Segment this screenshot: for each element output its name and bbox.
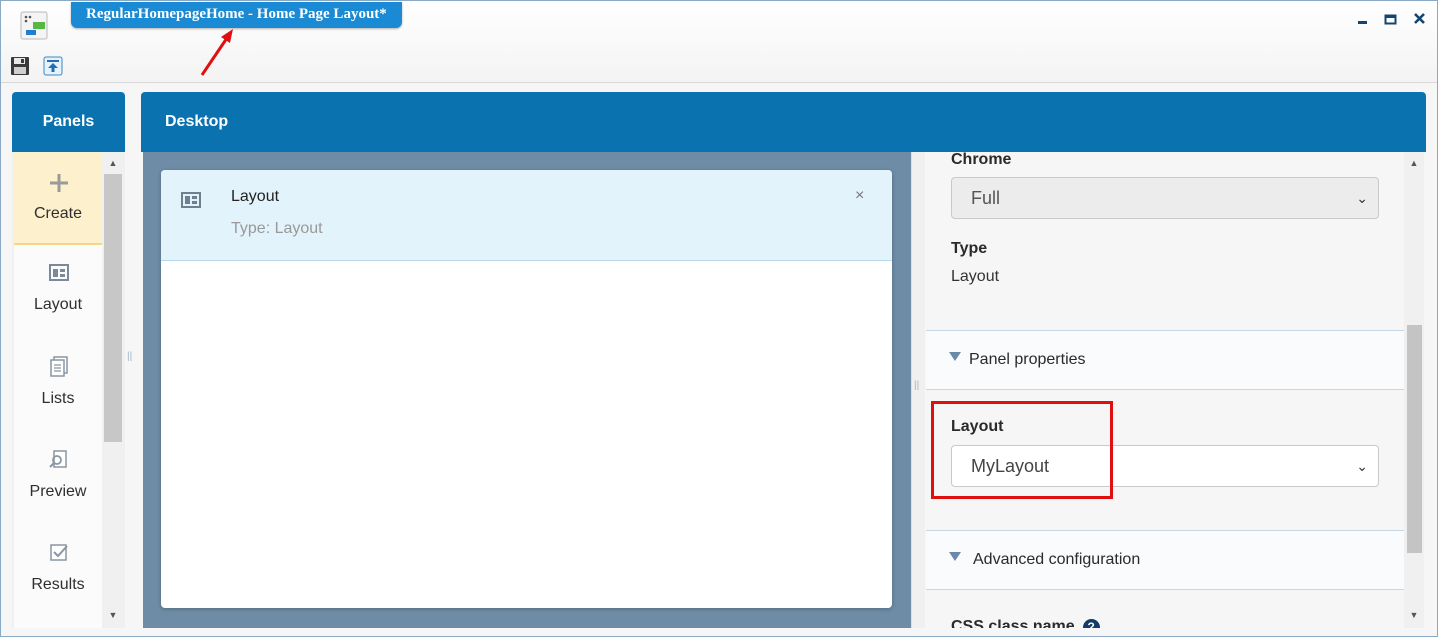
annotation-highlight-box bbox=[931, 401, 1113, 499]
properties-splitter[interactable]: || bbox=[911, 152, 925, 628]
expand-triangle-icon bbox=[949, 352, 961, 361]
annotation-arrow bbox=[200, 29, 233, 76]
scroll-up-icon[interactable]: ▲ bbox=[1408, 158, 1420, 168]
minimize-icon bbox=[1358, 21, 1367, 24]
panel-properties-section[interactable]: Panel properties bbox=[926, 330, 1404, 390]
maximize-icon bbox=[1384, 14, 1397, 25]
chrome-value: Full bbox=[971, 188, 1001, 208]
css-class-label-text: CSS class name bbox=[951, 618, 1075, 628]
panels-header: Panels bbox=[12, 92, 125, 152]
panel-item-lists[interactable]: Lists bbox=[14, 340, 102, 433]
scrollbar-thumb[interactable] bbox=[104, 174, 122, 442]
properties-pane: Chrome Full ⌄ Type Layout Panel properti… bbox=[926, 152, 1404, 628]
scrollbar-thumb[interactable] bbox=[1407, 325, 1422, 553]
plus-icon bbox=[50, 174, 68, 192]
layout-canvas: Layout Type: Layout × bbox=[143, 152, 911, 628]
panel-item-create[interactable]: Create bbox=[14, 152, 102, 245]
expand-triangle-icon bbox=[949, 552, 961, 561]
layout-icon bbox=[49, 264, 69, 281]
lists-icon bbox=[50, 356, 68, 377]
css-class-label: CSS class name? bbox=[951, 618, 1100, 628]
panel-item-results[interactable]: Results bbox=[14, 526, 102, 619]
type-value: Layout bbox=[951, 268, 1000, 285]
section-title: Panel properties bbox=[969, 351, 1086, 368]
layout-icon bbox=[181, 192, 201, 208]
chevron-down-icon: ⌄ bbox=[1356, 190, 1368, 206]
panel-splitter[interactable]: || bbox=[127, 351, 132, 362]
app-window: RegularHomepageHome - Home Page Layout* … bbox=[0, 0, 1438, 637]
help-icon[interactable]: ? bbox=[1082, 619, 1100, 628]
desktop-area: Desktop Layout Type: Layout × || Chrome … bbox=[141, 92, 1426, 628]
maximize-button[interactable] bbox=[1381, 10, 1401, 28]
close-icon bbox=[1414, 13, 1425, 24]
properties-scrollbar[interactable]: ▲ ▼ bbox=[1404, 152, 1424, 628]
panel-item-label: Preview bbox=[29, 483, 87, 500]
chrome-label: Chrome bbox=[951, 152, 1012, 168]
panels-sidebar: Panels Create Layout Lists Preview Resul… bbox=[12, 92, 125, 628]
chrome-select[interactable]: Full ⌄ bbox=[951, 177, 1379, 219]
scroll-down-icon[interactable]: ▼ bbox=[107, 610, 119, 620]
publish-icon[interactable] bbox=[43, 56, 63, 76]
minimize-button[interactable] bbox=[1353, 10, 1373, 28]
results-icon bbox=[50, 544, 68, 561]
section-title: Advanced configuration bbox=[973, 551, 1141, 568]
panel-type: Type: Layout bbox=[231, 220, 323, 237]
panel-item-preview[interactable]: Preview bbox=[14, 433, 102, 526]
floppy-disk-icon[interactable] bbox=[10, 56, 30, 76]
panels-list: Create Layout Lists Preview Results bbox=[14, 152, 102, 628]
layout-panel-card[interactable]: Layout Type: Layout × bbox=[161, 170, 892, 608]
app-icon bbox=[20, 11, 48, 40]
desktop-header: Desktop bbox=[141, 92, 1426, 152]
close-button[interactable] bbox=[1410, 10, 1430, 28]
panel-item-label: Lists bbox=[41, 390, 75, 407]
panel-item-layout[interactable]: Layout bbox=[14, 247, 102, 340]
panel-item-label: Layout bbox=[33, 296, 83, 313]
scroll-down-icon[interactable]: ▼ bbox=[1408, 610, 1420, 620]
panel-item-label: Create bbox=[33, 205, 83, 222]
panel-item-label: Results bbox=[31, 576, 85, 593]
scroll-up-icon[interactable]: ▲ bbox=[107, 158, 119, 168]
close-icon[interactable]: × bbox=[855, 187, 864, 205]
window-title: RegularHomepageHome - Home Page Layout* bbox=[71, 2, 402, 28]
panel-title: Layout bbox=[231, 188, 280, 205]
panels-scrollbar[interactable]: ▲ ▼ bbox=[104, 152, 122, 628]
chevron-down-icon: ⌄ bbox=[1356, 458, 1368, 474]
layout-panel-header[interactable]: Layout Type: Layout × bbox=[161, 170, 892, 261]
preview-icon bbox=[49, 450, 67, 468]
advanced-configuration-section[interactable]: Advanced configuration bbox=[926, 530, 1404, 590]
type-label: Type bbox=[951, 240, 988, 257]
